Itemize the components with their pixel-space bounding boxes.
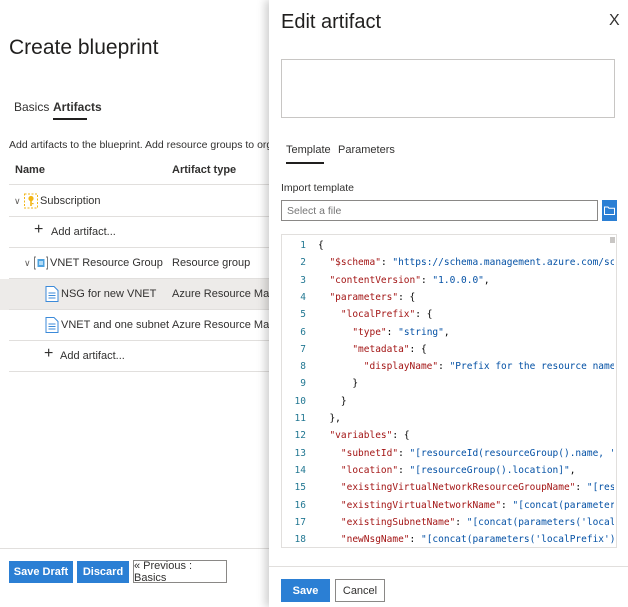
code-line: "existingVirtualNetworkName": "[concat(p… bbox=[340, 499, 614, 511]
panel-title: Edit artifact bbox=[281, 11, 382, 33]
table-row-vnet-subnet[interactable]: VNET and one subnet Azure Resource Manag… bbox=[0, 310, 297, 341]
code-line: { bbox=[318, 240, 324, 251]
code-line: } bbox=[318, 378, 359, 390]
table-row-nsg[interactable]: NSG for new VNET Azure Resource Manager bbox=[0, 279, 297, 310]
line-number: 10 bbox=[294, 395, 306, 407]
line-number: 18 bbox=[294, 534, 306, 546]
code-line: "existingVirtualNetworkResourceGroupName… bbox=[340, 482, 614, 494]
table-row-resource-group[interactable]: ∨ VNET Resource Group Resource group bbox=[0, 248, 270, 279]
table-row-subscription[interactable]: ∨ Subscription bbox=[0, 186, 270, 217]
discard-button[interactable]: Discard bbox=[77, 561, 129, 583]
import-template-label: Import template bbox=[281, 182, 354, 194]
line-number: 5 bbox=[300, 309, 306, 321]
row-label: NSG for new VNET bbox=[61, 288, 157, 300]
save-button[interactable]: Save bbox=[281, 579, 330, 602]
document-icon bbox=[45, 317, 59, 333]
code-line: "parameters": { bbox=[329, 291, 416, 303]
folder-icon bbox=[604, 206, 615, 215]
line-number: 3 bbox=[300, 274, 306, 286]
code-line: "newNsgName": "[concat(parameters('local… bbox=[340, 534, 614, 546]
line-number: 8 bbox=[300, 361, 306, 373]
close-icon[interactable]: X bbox=[609, 12, 620, 30]
previous-basics-button[interactable]: « Previous : Basics bbox=[133, 560, 227, 584]
line-number: 7 bbox=[300, 343, 306, 355]
line-number: 4 bbox=[300, 291, 306, 303]
code-line: "subnetId": "[resourceId(resourceGroup()… bbox=[340, 447, 614, 459]
line-number: 16 bbox=[294, 499, 306, 511]
document-icon bbox=[45, 286, 59, 302]
code-area[interactable]: { "$schema": "https://schema.management.… bbox=[318, 235, 614, 547]
row-label: VNET and one subnet bbox=[61, 319, 170, 331]
chevron-down-icon[interactable]: ∨ bbox=[24, 258, 31, 269]
code-line: }, bbox=[318, 413, 341, 424]
code-line: } bbox=[318, 395, 347, 407]
line-number: 1 bbox=[300, 240, 306, 251]
tab-template[interactable]: Template bbox=[286, 144, 331, 156]
template-code-editor[interactable]: 1 2 3 4 5 6 7 8 9 10 11 12 13 14 15 16 17 18 { "$schema":… bbox=[281, 234, 617, 548]
plus-icon: + bbox=[44, 345, 54, 362]
save-draft-button[interactable]: Save Draft bbox=[9, 561, 73, 583]
divider bbox=[9, 184, 270, 185]
line-number: 6 bbox=[300, 326, 306, 338]
screen: Create blueprint Basics Artifacts Add ar… bbox=[0, 0, 628, 607]
tab-template-underline bbox=[286, 162, 324, 164]
edit-artifact-panel: Edit artifact X Template Parameters Impo… bbox=[269, 0, 628, 607]
code-line: "type": "string", bbox=[352, 326, 450, 338]
subscription-key-icon bbox=[24, 193, 38, 209]
line-number-gutter: 1 2 3 4 5 6 7 8 9 10 11 12 13 14 15 16 17 18 bbox=[282, 235, 312, 547]
row-type: Resource group bbox=[172, 257, 251, 269]
create-blueprint-panel: Create blueprint Basics Artifacts Add ar… bbox=[0, 0, 329, 607]
cancel-button[interactable]: Cancel bbox=[335, 579, 385, 602]
code-line: "$schema": "https://schema.management.az… bbox=[329, 257, 614, 269]
add-artifact-button[interactable]: + Add artifact... bbox=[0, 217, 270, 248]
line-number: 14 bbox=[294, 464, 306, 476]
select-file-input[interactable] bbox=[281, 200, 598, 221]
resource-group-icon bbox=[34, 256, 48, 270]
footer-divider bbox=[0, 548, 270, 549]
line-number: 11 bbox=[294, 413, 306, 424]
browse-file-button[interactable] bbox=[602, 200, 617, 221]
line-number: 9 bbox=[300, 378, 306, 390]
plus-icon: + bbox=[34, 221, 44, 238]
line-number: 15 bbox=[294, 482, 306, 494]
line-number: 2 bbox=[300, 257, 306, 269]
code-line: "variables": { bbox=[329, 430, 410, 442]
add-artifact-label: Add artifact... bbox=[60, 350, 125, 362]
tab-artifacts[interactable]: Artifacts bbox=[53, 100, 102, 114]
page-title: Create blueprint bbox=[9, 36, 159, 59]
add-artifact-label: Add artifact... bbox=[51, 226, 116, 238]
tab-parameters[interactable]: Parameters bbox=[338, 144, 395, 156]
column-header-artifact-type[interactable]: Artifact type bbox=[172, 164, 236, 176]
code-line: "displayName": "Prefix for the resource … bbox=[363, 361, 614, 373]
code-line: "existingSubnetName": "[concat(parameter… bbox=[340, 516, 614, 528]
description-textarea[interactable] bbox=[281, 59, 615, 118]
scrollbar-thumb[interactable] bbox=[610, 237, 615, 243]
code-line: "metadata": { bbox=[352, 343, 427, 355]
line-number: 12 bbox=[294, 430, 306, 442]
chevron-down-icon[interactable]: ∨ bbox=[14, 196, 21, 207]
code-line: "contentVersion": "1.0.0.0", bbox=[329, 274, 490, 286]
line-number: 17 bbox=[294, 516, 306, 528]
code-line: "localPrefix": { bbox=[340, 309, 433, 321]
code-line: "location": "[resourceGroup().location]"… bbox=[340, 464, 576, 476]
row-label: Subscription bbox=[40, 195, 101, 207]
line-number: 13 bbox=[294, 447, 306, 459]
row-label: VNET Resource Group bbox=[50, 257, 163, 269]
footer-divider bbox=[269, 566, 628, 567]
tab-basics[interactable]: Basics bbox=[14, 100, 49, 114]
tab-artifacts-underline bbox=[53, 118, 87, 120]
divider bbox=[9, 371, 270, 372]
column-header-name[interactable]: Name bbox=[15, 164, 45, 176]
add-artifact-button[interactable]: + Add artifact... bbox=[0, 341, 270, 372]
